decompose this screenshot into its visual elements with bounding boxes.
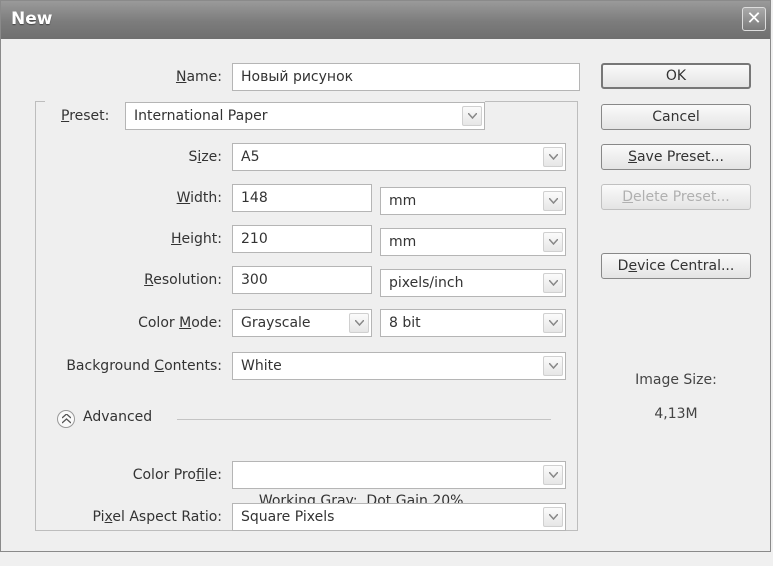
pixel-aspect-ratio-select[interactable]: Square Pixels: [232, 503, 566, 531]
color-mode-select[interactable]: Grayscale: [232, 309, 372, 337]
collapse-advanced-icon[interactable]: [57, 410, 75, 428]
title-bar[interactable]: New ✕: [1, 1, 770, 39]
height-label: Height:: [171, 231, 222, 247]
chevron-down-icon: [543, 191, 563, 211]
image-size-value: 4,13M: [654, 406, 698, 422]
width-unit-value: mm: [389, 193, 417, 209]
size-select[interactable]: A5: [232, 143, 566, 171]
device-central-button[interactable]: Device Central...: [601, 253, 751, 279]
ok-button[interactable]: OK: [601, 63, 751, 89]
chevron-down-icon: [543, 465, 563, 485]
size-label: Size:: [188, 149, 222, 165]
pixel-aspect-ratio-value: Square Pixels: [241, 509, 335, 525]
chevron-down-icon: [543, 356, 563, 376]
height-input[interactable]: 210: [232, 225, 372, 253]
width-unit-select[interactable]: mm: [380, 187, 566, 215]
size-value: A5: [241, 149, 260, 165]
height-unit-select[interactable]: mm: [380, 228, 566, 256]
bit-depth-value: 8 bit: [389, 315, 421, 331]
preset-select[interactable]: International Paper: [125, 102, 485, 130]
color-mode-value: Grayscale: [241, 315, 311, 331]
chevron-down-icon: [349, 313, 369, 333]
resolution-input[interactable]: 300: [232, 266, 372, 294]
height-unit-value: mm: [389, 234, 417, 250]
cancel-button[interactable]: Cancel: [601, 104, 751, 130]
chevron-down-icon: [543, 147, 563, 167]
preset-value: International Paper: [134, 108, 268, 124]
width-label: Width:: [176, 190, 222, 206]
background-contents-value: White: [241, 358, 282, 374]
color-profile-select[interactable]: Working Gray: Dot Gain 20%: [232, 461, 566, 509]
chevron-down-icon: [462, 106, 482, 126]
chevron-down-icon: [543, 313, 563, 333]
resolution-unit-value: pixels/inch: [389, 275, 464, 291]
dialog-title: New: [11, 9, 53, 29]
chevron-down-icon: [543, 232, 563, 252]
close-icon[interactable]: ✕: [742, 7, 766, 31]
color-mode-label: Color Mode:: [138, 315, 222, 331]
advanced-divider: [177, 419, 551, 420]
name-label: Name:: [175, 69, 222, 85]
save-preset-button[interactable]: Save Preset...: [601, 144, 751, 170]
background-contents-select[interactable]: White: [232, 352, 566, 380]
resolution-label: Resolution:: [144, 272, 222, 288]
chevron-down-icon: [543, 273, 563, 293]
name-input[interactable]: Новый рисунок: [232, 63, 580, 91]
delete-preset-button[interactable]: Delete Preset...: [601, 184, 751, 210]
image-size-label: Image Size:: [635, 372, 717, 388]
new-document-dialog: New ✕ Name: Новый рисунок Preset: Intern…: [0, 0, 771, 552]
preset-label: Preset:: [61, 108, 110, 124]
chevron-down-icon: [543, 507, 563, 527]
advanced-label[interactable]: Advanced: [83, 409, 152, 425]
pixel-aspect-ratio-label: Pixel Aspect Ratio:: [92, 509, 222, 525]
color-profile-label: Color Profile:: [132, 467, 222, 483]
bit-depth-select[interactable]: 8 bit: [380, 309, 566, 337]
resolution-unit-select[interactable]: pixels/inch: [380, 269, 566, 297]
background-contents-label: Background Contents:: [66, 358, 222, 374]
width-input[interactable]: 148: [232, 184, 372, 212]
